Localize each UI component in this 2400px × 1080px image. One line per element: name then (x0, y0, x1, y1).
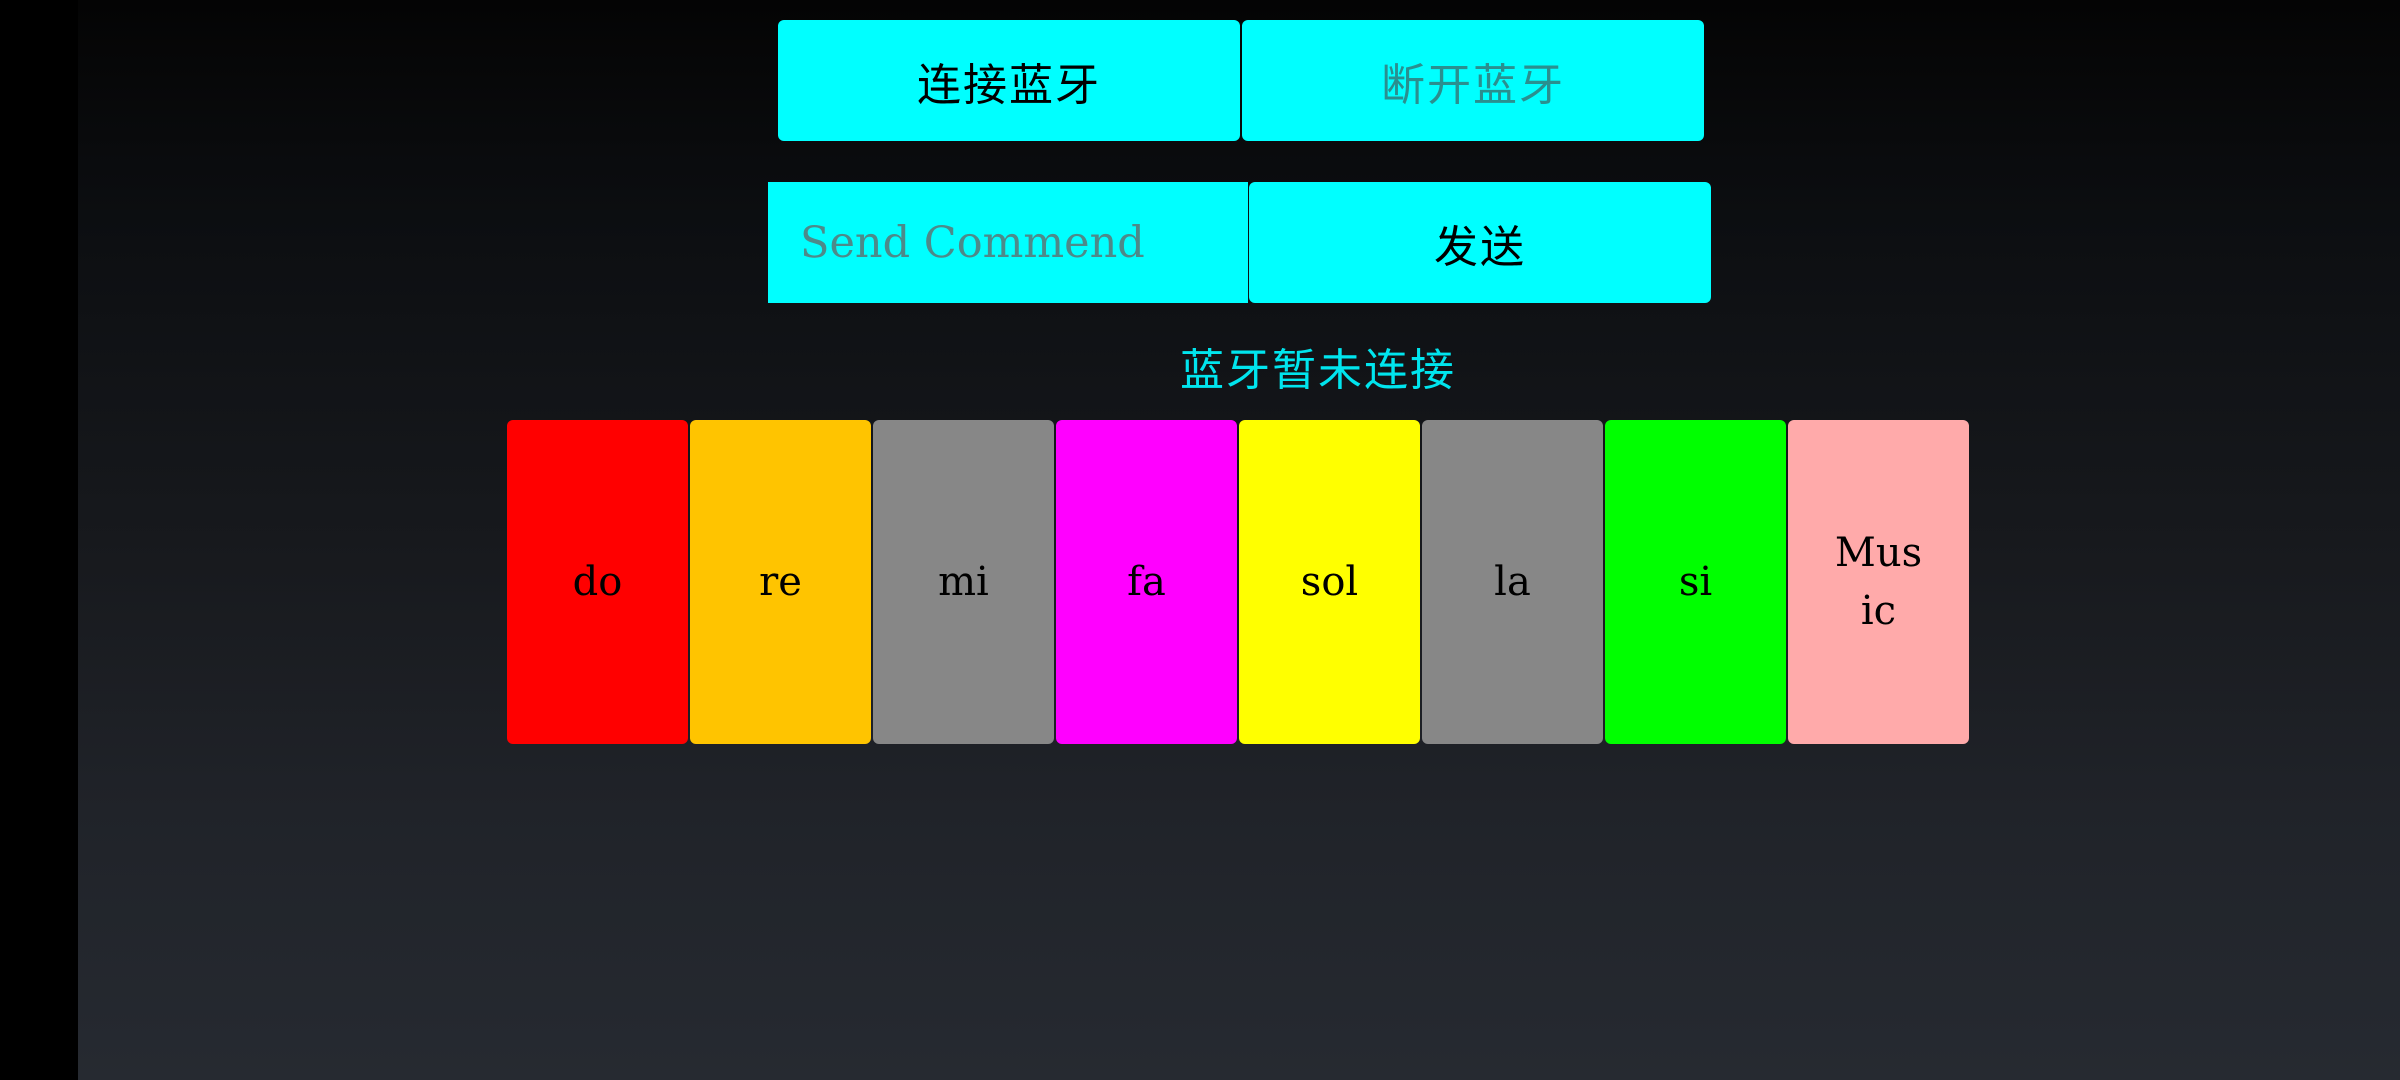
disconnect-bluetooth-button[interactable]: 断开蓝牙 (1242, 20, 1704, 141)
key-si[interactable]: si (1605, 420, 1786, 744)
key-mi[interactable]: mi (873, 420, 1054, 744)
key-la[interactable]: la (1422, 420, 1603, 744)
key-label: la (1494, 559, 1531, 605)
command-input[interactable] (768, 182, 1248, 303)
key-fa[interactable]: fa (1056, 420, 1237, 744)
key-label: fa (1127, 559, 1166, 605)
key-label: mi (938, 559, 989, 605)
connect-bluetooth-button[interactable]: 连接蓝牙 (778, 20, 1240, 141)
key-do[interactable]: do (507, 420, 688, 744)
key-label: re (759, 559, 802, 605)
key-label: Music (1834, 530, 1923, 634)
send-button[interactable]: 发送 (1249, 182, 1711, 303)
note-keys: do re mi fa sol la si Music (507, 420, 1971, 744)
key-label: do (572, 559, 623, 605)
key-label: sol (1300, 559, 1359, 605)
key-label: si (1678, 559, 1713, 605)
key-music[interactable]: Music (1788, 420, 1969, 744)
key-re[interactable]: re (690, 420, 871, 744)
screen: 连接蓝牙 断开蓝牙 发送 蓝牙暂未连接 do re mi fa sol la s… (0, 0, 2400, 1080)
bluetooth-status-text: 蓝牙暂未连接 (1180, 345, 1456, 396)
key-sol[interactable]: sol (1239, 420, 1420, 744)
app-content: 连接蓝牙 断开蓝牙 发送 蓝牙暂未连接 do re mi fa sol la s… (78, 0, 2400, 1080)
